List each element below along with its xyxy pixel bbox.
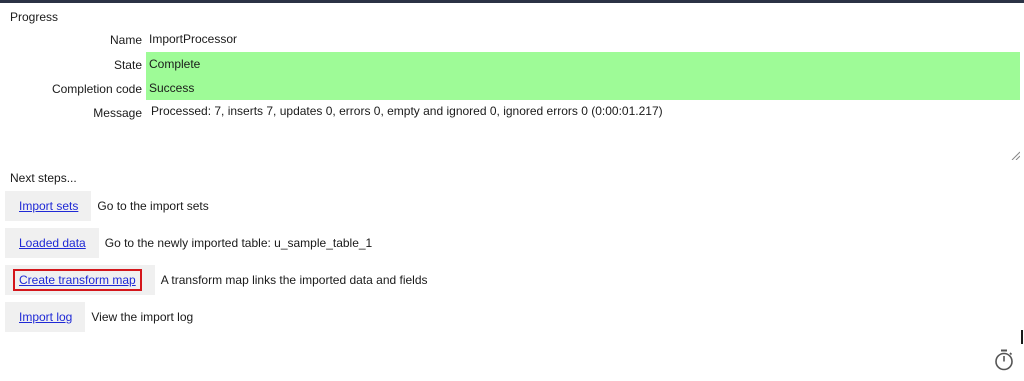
- message-label: Message: [93, 106, 142, 120]
- next-steps-title: Next steps...: [10, 171, 77, 185]
- message-text: Processed: 7, inserts 7, updates 0, erro…: [151, 104, 663, 118]
- text-cursor: [1021, 330, 1023, 344]
- step-loaded-data: Loaded data Go to the newly imported tab…: [5, 228, 372, 258]
- step-create-transform-map: Create transform map A transform map lin…: [5, 265, 428, 295]
- progress-title: Progress: [10, 10, 59, 24]
- completion-code-value: Success: [146, 76, 1020, 100]
- import-log-button[interactable]: Import log: [5, 302, 86, 332]
- name-value: ImportProcessor: [149, 32, 238, 46]
- import-sets-button[interactable]: Import sets: [5, 191, 92, 221]
- create-transform-map-link[interactable]: Create transform map: [19, 273, 136, 287]
- name-label: Name: [109, 33, 142, 47]
- top-border: [0, 0, 1024, 3]
- create-transform-map-button[interactable]: Create transform map: [5, 265, 155, 295]
- import-sets-description: Go to the import sets: [97, 199, 209, 213]
- stopwatch-icon[interactable]: [994, 349, 1014, 371]
- loaded-data-button[interactable]: Loaded data: [5, 228, 99, 258]
- import-log-link[interactable]: Import log: [19, 310, 72, 324]
- state-label: State: [113, 58, 142, 72]
- highlight-frame: Create transform map: [13, 269, 142, 291]
- completion-code-label: Completion code: [51, 82, 142, 96]
- loaded-data-link[interactable]: Loaded data: [19, 236, 86, 250]
- loaded-data-description: Go to the newly imported table: u_sample…: [104, 236, 373, 250]
- message-textarea[interactable]: Processed: 7, inserts 7, updates 0, erro…: [146, 100, 1022, 162]
- import-sets-link[interactable]: Import sets: [19, 199, 78, 213]
- resize-grip-icon[interactable]: [1010, 150, 1020, 160]
- create-transform-map-description: A transform map links the imported data …: [160, 273, 428, 287]
- state-value: Complete: [146, 52, 1020, 76]
- step-import-sets: Import sets Go to the import sets: [5, 191, 209, 221]
- step-import-log: Import log View the import log: [5, 302, 193, 332]
- import-log-description: View the import log: [91, 310, 194, 324]
